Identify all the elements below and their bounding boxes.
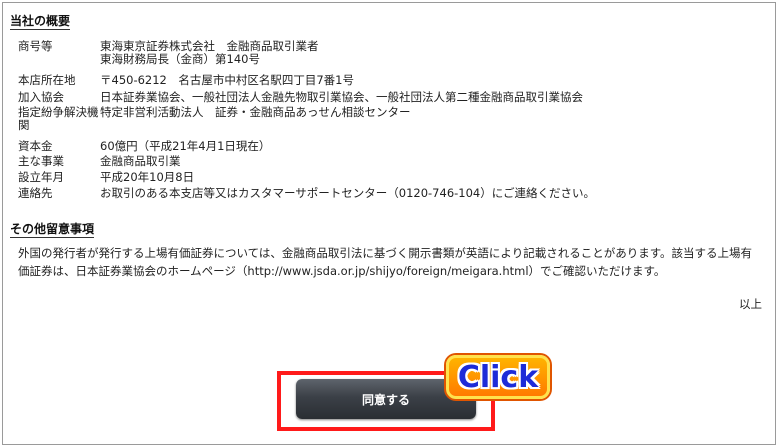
- end-mark: 以上: [739, 297, 762, 311]
- row-main-business: 主な事業 金融商品取引業: [18, 155, 181, 168]
- row-contact: 連絡先 お取引のある本支店等又はカスタマーサポートセンター（0120-746-10…: [18, 187, 595, 200]
- company-overview-title: 当社の概要: [10, 14, 71, 30]
- row-value: 〒450-6212 名古屋市中村区名駅四丁目7番1号: [100, 73, 354, 87]
- row-label: 連絡先: [18, 186, 53, 200]
- row-value: 東海財務局長（金商）第140号: [100, 52, 260, 66]
- row-label: 商号等: [18, 39, 53, 53]
- row-capital: 資本金 60億円（平成21年4月1日現在）: [18, 140, 270, 153]
- click-badge-text: Click: [457, 359, 539, 395]
- other-notes-title: その他留意事項: [10, 222, 95, 238]
- row-trade-name: 商号等 東海東京証券株式会社 金融商品取引業者 東海財務局長（金商）第140号: [18, 40, 319, 66]
- row-associations: 加入協会 日本証券業協会、一般社団法人金融先物取引業協会、一般社団法人第二種金融商…: [18, 91, 583, 104]
- row-value: お取引のある本支店等又はカスタマーサポートセンター（0120-746-104）に…: [100, 186, 596, 200]
- row-label: 資本金: [18, 139, 53, 153]
- other-notes-body: 外国の発行者が発行する上場有価証券については、金融商品取引法に基づく開示書類が英…: [18, 246, 753, 278]
- row-value: 平成20年10月8日: [100, 170, 195, 184]
- row-value: 日本証券業協会、一般社団法人金融先物取引業協会、一般社団法人第二種金融商品取引業…: [100, 90, 583, 104]
- row-label: 本店所在地: [18, 73, 76, 87]
- row-value: 特定非営利活動法人 証券・金融商品あっせん相談センター: [100, 105, 411, 119]
- row-label: 指定紛争解決機関: [18, 105, 99, 132]
- row-value: 金融商品取引業: [100, 154, 181, 168]
- row-value: 東海東京証券株式会社 金融商品取引業者: [100, 39, 319, 53]
- row-head-office: 本店所在地 〒450-6212 名古屋市中村区名駅四丁目7番1号: [18, 74, 354, 87]
- row-label: 設立年月: [18, 170, 64, 184]
- row-label: 主な事業: [18, 154, 64, 168]
- row-dispute-resolution: 指定紛争解決機関特定非営利活動法人 証券・金融商品あっせん相談センター: [18, 106, 411, 132]
- agree-button-label: 同意する: [361, 392, 410, 407]
- row-label: 加入協会: [18, 90, 64, 104]
- row-value: 60億円（平成21年4月1日現在）: [100, 139, 271, 153]
- row-established: 設立年月 平成20年10月8日: [18, 171, 194, 184]
- click-badge: Click: [446, 355, 550, 399]
